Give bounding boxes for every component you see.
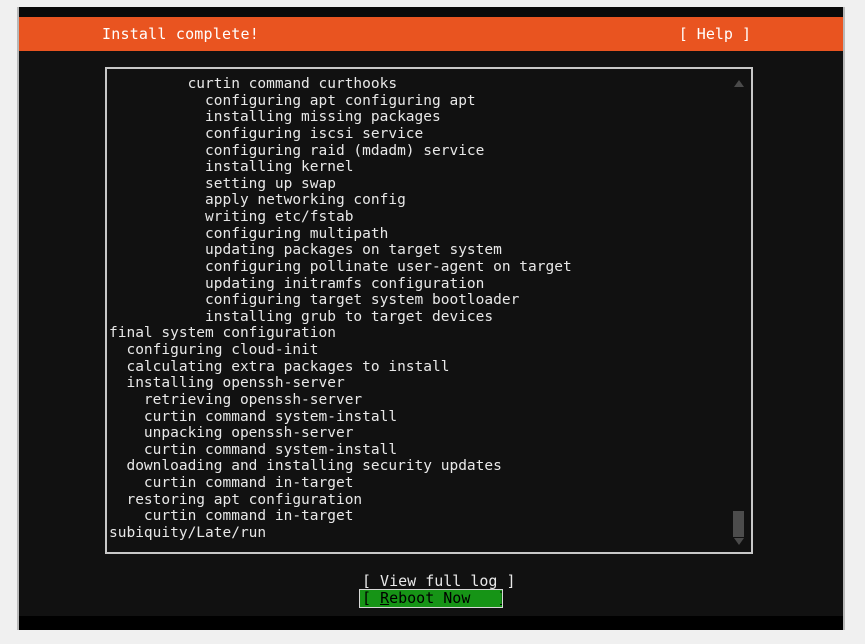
log-line: unpacking openssh-server <box>109 425 354 442</box>
install-log-panel[interactable]: curtin command curthooks configuring apt… <box>105 67 753 554</box>
log-line: configuring multipath <box>109 225 389 242</box>
terminal-bottom-strip <box>19 616 843 630</box>
log-line: curtin command system-install <box>109 441 398 458</box>
log-line: final system configuration <box>109 325 336 342</box>
log-line: calculating extra packages to install <box>109 358 450 375</box>
log-line: subiquity/Late/run <box>109 524 267 541</box>
log-line: installing kernel <box>109 159 354 176</box>
log-line: curtin command system-install <box>109 408 398 425</box>
log-line: downloading and installing security upda… <box>109 458 502 475</box>
log-line: updating initramfs configuration <box>109 275 485 292</box>
log-line: installing missing packages <box>109 109 441 126</box>
page-title: Install complete! <box>102 25 259 43</box>
log-line: installing openssh-server <box>109 375 345 392</box>
reboot-button-label: eboot Now ] <box>389 589 507 607</box>
log-line: updating packages on target system <box>109 242 502 259</box>
header-bar: Install complete! [ Help ] <box>19 17 843 51</box>
reboot-button-prefix: [ <box>362 589 381 607</box>
log-line: restoring apt configuration <box>109 491 363 508</box>
log-line: configuring raid (mdadm) service <box>109 142 485 159</box>
log-line: curtin command in-target <box>109 475 354 491</box>
terminal-top-strip <box>19 7 843 17</box>
scroll-down-arrow-icon[interactable] <box>734 538 744 545</box>
terminal-window: Install complete! [ Help ] curtin comman… <box>17 7 845 630</box>
log-line: configuring cloud-init <box>109 342 319 358</box>
scrollbar-thumb[interactable] <box>733 511 744 537</box>
install-log-lines: curtin command curthooks configuring apt… <box>109 76 719 542</box>
log-line: configuring apt configuring apt <box>109 92 476 109</box>
log-line: curtin command curthooks <box>109 76 398 92</box>
reboot-now-button[interactable]: [ Reboot Now ] <box>359 589 507 608</box>
scroll-up-arrow-icon[interactable] <box>734 80 744 87</box>
button-group: [ View full log ] [ Reboot Now ] <box>19 573 843 608</box>
log-line: configuring pollinate user-agent on targ… <box>109 258 572 275</box>
log-line: setting up swap <box>109 175 336 192</box>
log-line: apply networking config <box>109 192 406 209</box>
help-button[interactable]: [ Help ] <box>679 24 751 44</box>
log-line: installing grub to target devices <box>109 308 494 325</box>
log-line: curtin command in-target <box>109 508 354 525</box>
view-full-log-button[interactable]: [ View full log ] <box>360 573 516 590</box>
log-scrollbar[interactable] <box>729 71 749 552</box>
log-line: writing etc/fstab <box>109 209 354 225</box>
log-line: configuring iscsi service <box>109 125 424 142</box>
reboot-button-accelerator: R <box>380 589 390 607</box>
log-line: retrieving openssh-server <box>109 391 363 408</box>
log-line: configuring target system bootloader <box>109 292 520 309</box>
